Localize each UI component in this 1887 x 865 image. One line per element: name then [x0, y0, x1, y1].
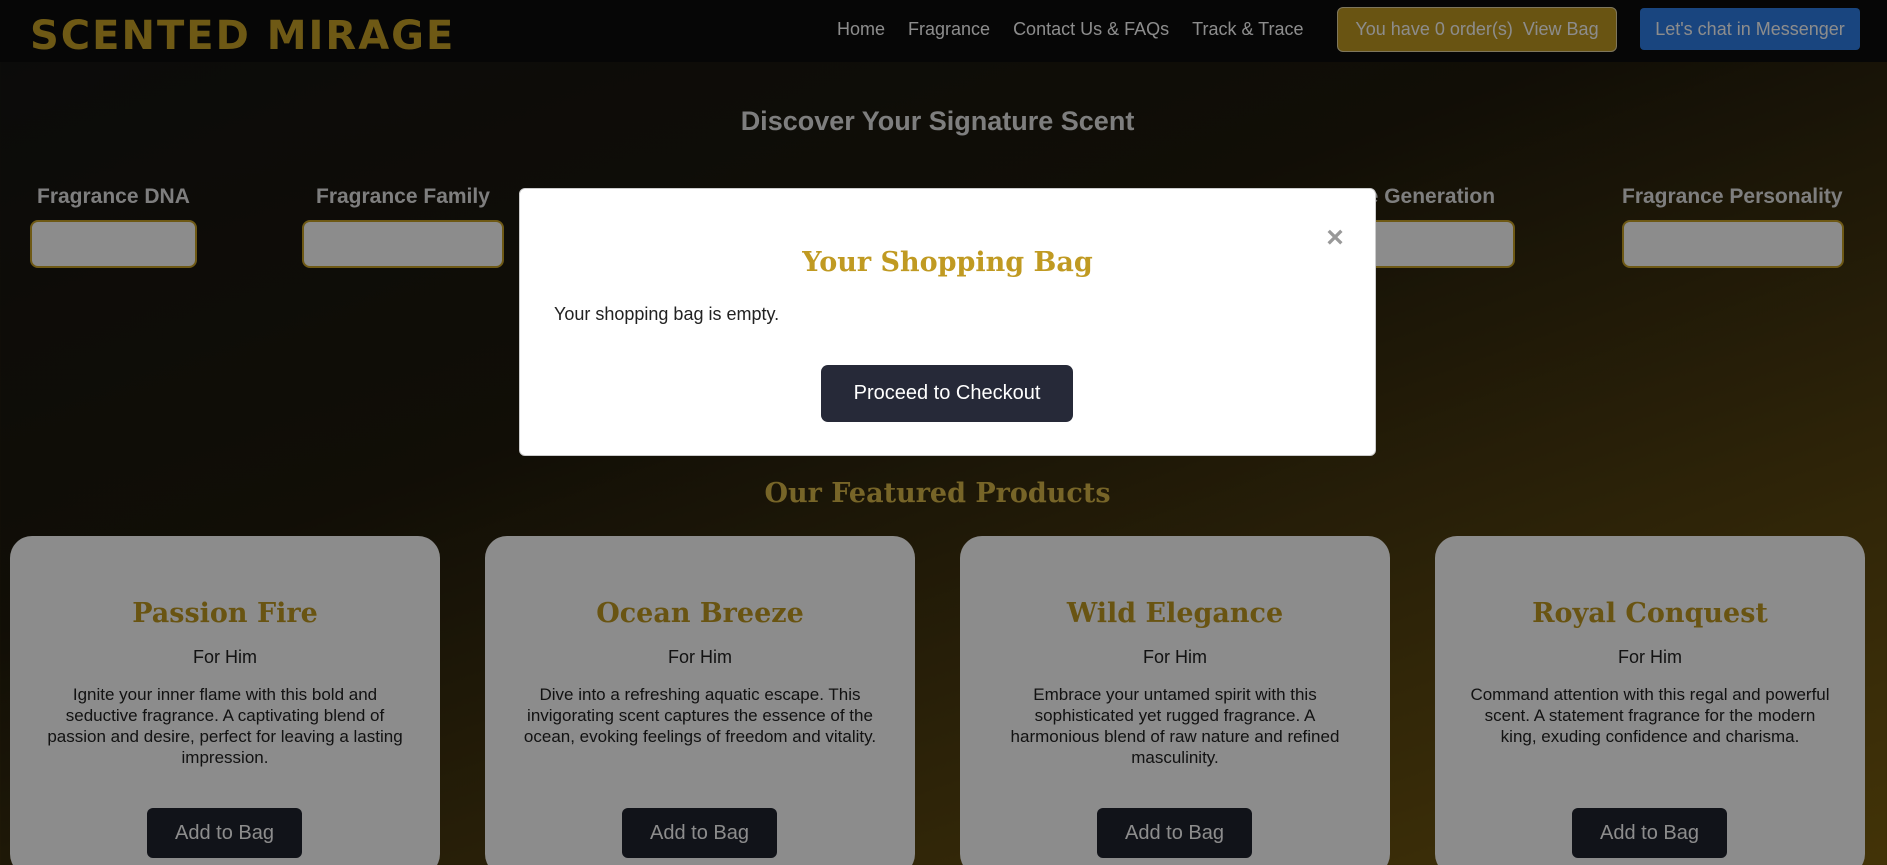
- modal-title: Your Shopping Bag: [802, 247, 1093, 278]
- proceed-to-checkout-button[interactable]: Proceed to Checkout: [821, 365, 1073, 422]
- empty-bag-message: Your shopping bag is empty.: [554, 304, 780, 324]
- shopping-bag-modal: × Your Shopping Bag Your shopping bag is…: [519, 188, 1376, 456]
